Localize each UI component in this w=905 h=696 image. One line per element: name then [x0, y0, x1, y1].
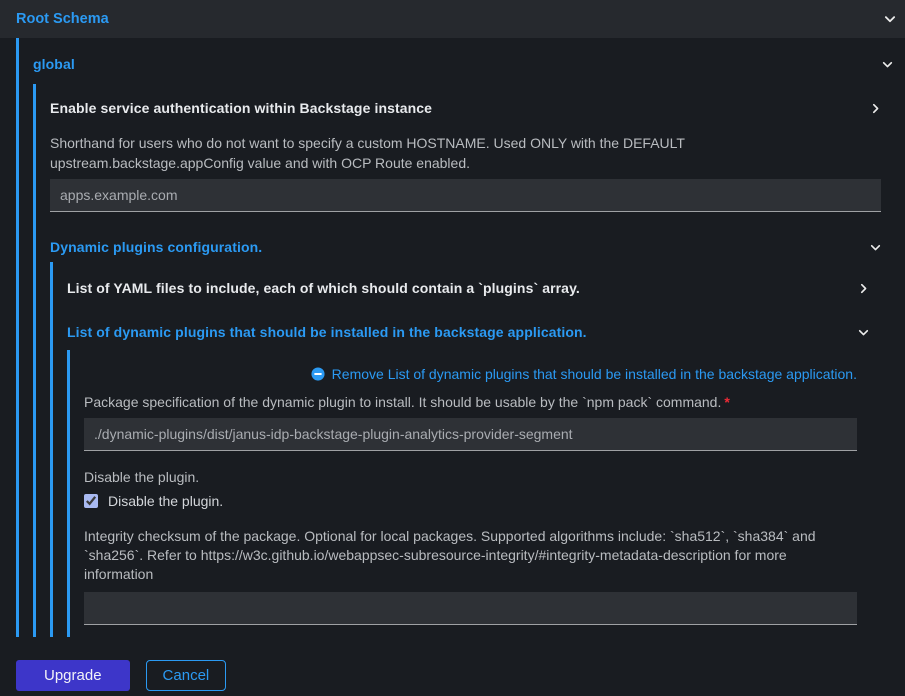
global-section-label: global [33, 56, 75, 72]
operator-form-page: Root Schema global Enable service authen… [0, 0, 905, 696]
yaml-files-section-toggle[interactable]: List of YAML files to include, each of w… [67, 278, 869, 298]
chevron-down-icon [858, 327, 869, 338]
root-schema-title: Root Schema [16, 11, 109, 27]
chevron-right-icon [858, 283, 869, 294]
chevron-down-icon [870, 242, 881, 253]
required-asterisk: * [724, 394, 729, 410]
dynamic-plugin-list-section-toggle[interactable]: List of dynamic plugins that should be i… [67, 322, 869, 342]
integrity-input[interactable] [84, 592, 857, 625]
minus-circle-icon [311, 367, 325, 381]
package-field-label-text: Package specification of the dynamic plu… [84, 394, 721, 410]
schema-form-body: global Enable service authentication wit… [0, 38, 905, 637]
dynamic-plugins-section-toggle[interactable]: Dynamic plugins configuration. [50, 237, 881, 257]
remove-plugin-list-button[interactable]: Remove List of dynamic plugins that shou… [84, 366, 857, 382]
disable-field-label: Disable the plugin. [84, 468, 857, 487]
remove-plugin-list-label: Remove List of dynamic plugins that shou… [332, 366, 857, 382]
chevron-right-icon [870, 103, 881, 114]
host-input[interactable] [50, 179, 881, 212]
enable-auth-section-toggle[interactable]: Enable service authentication within Bac… [50, 98, 881, 118]
dynamic-plugins-section-content: List of YAML files to include, each of w… [50, 262, 881, 637]
disable-checkbox-row: Disable the plugin. [84, 493, 857, 509]
integrity-field-label: Integrity checksum of the package. Optio… [84, 527, 857, 584]
global-section-toggle[interactable]: global [33, 54, 893, 74]
package-field-label: Package specification of the dynamic plu… [84, 393, 857, 412]
upgrade-button[interactable]: Upgrade [16, 660, 130, 691]
form-footer: Upgrade Cancel [0, 637, 905, 696]
disable-checkbox-label[interactable]: Disable the plugin. [108, 493, 223, 509]
disable-plugin-checkbox[interactable] [84, 494, 98, 508]
root-schema-section: global Enable service authentication wit… [16, 38, 905, 637]
chevron-down-icon [882, 59, 893, 70]
cancel-button[interactable]: Cancel [146, 660, 227, 691]
root-schema-accordion-toggle[interactable]: Root Schema [0, 0, 905, 38]
package-input[interactable] [84, 418, 857, 451]
chevron-down-icon [884, 13, 896, 25]
global-section-content: Enable service authentication within Bac… [33, 84, 893, 637]
dynamic-plugins-label: Dynamic plugins configuration. [50, 239, 262, 255]
host-field-description: Shorthand for users who do not want to s… [50, 134, 881, 173]
yaml-files-label: List of YAML files to include, each of w… [67, 280, 580, 296]
section-filler [84, 625, 857, 637]
enable-auth-label: Enable service authentication within Bac… [50, 100, 432, 116]
dynamic-plugin-list-label: List of dynamic plugins that should be i… [67, 324, 587, 340]
dynamic-plugin-list-content: Remove List of dynamic plugins that shou… [67, 350, 869, 637]
